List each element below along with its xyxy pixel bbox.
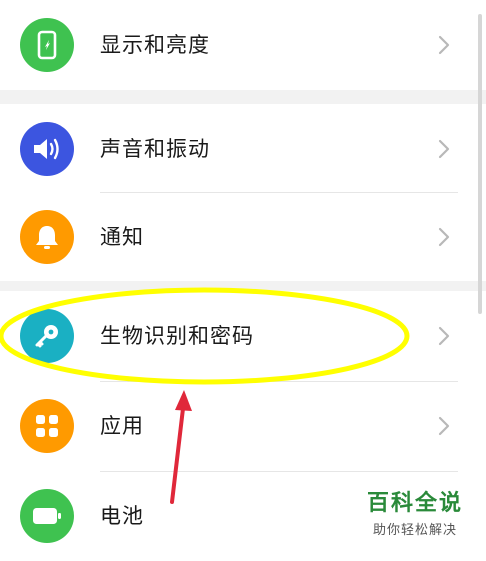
chevron-right-icon: [438, 227, 450, 247]
key-icon: [20, 309, 74, 363]
phone-brightness-icon: [20, 18, 74, 72]
battery-icon: [20, 489, 74, 543]
settings-item-label: 声音和振动: [100, 137, 210, 161]
settings-item-apps[interactable]: 应用: [0, 381, 486, 471]
section-gap: [0, 90, 486, 104]
settings-item-sound[interactable]: 声音和振动: [0, 104, 486, 194]
settings-item-label: 显示和亮度: [100, 33, 210, 57]
settings-item-label: 应用: [100, 414, 144, 438]
chevron-right-icon: [438, 416, 450, 436]
chevron-right-icon: [438, 326, 450, 346]
section-gap: [0, 281, 486, 291]
watermark: 百科全说 助你轻松解决: [360, 485, 470, 538]
watermark-title: 百科全说: [366, 491, 463, 516]
settings-item-label: 通知: [100, 225, 144, 249]
watermark-subtitle: 助你轻松解决: [372, 523, 457, 538]
speaker-icon: [20, 122, 74, 176]
settings-item-label: 生物识别和密码: [100, 324, 254, 348]
settings-item-biometrics[interactable]: 生物识别和密码: [0, 291, 486, 381]
settings-item-notifications[interactable]: 通知: [0, 192, 486, 282]
settings-item-label: 电池: [100, 504, 144, 528]
chevron-right-icon: [438, 139, 450, 159]
chevron-right-icon: [438, 35, 450, 55]
bell-icon: [20, 210, 74, 264]
apps-grid-icon: [20, 399, 74, 453]
scrollbar[interactable]: [478, 14, 482, 314]
settings-item-display[interactable]: 显示和亮度: [0, 0, 486, 90]
